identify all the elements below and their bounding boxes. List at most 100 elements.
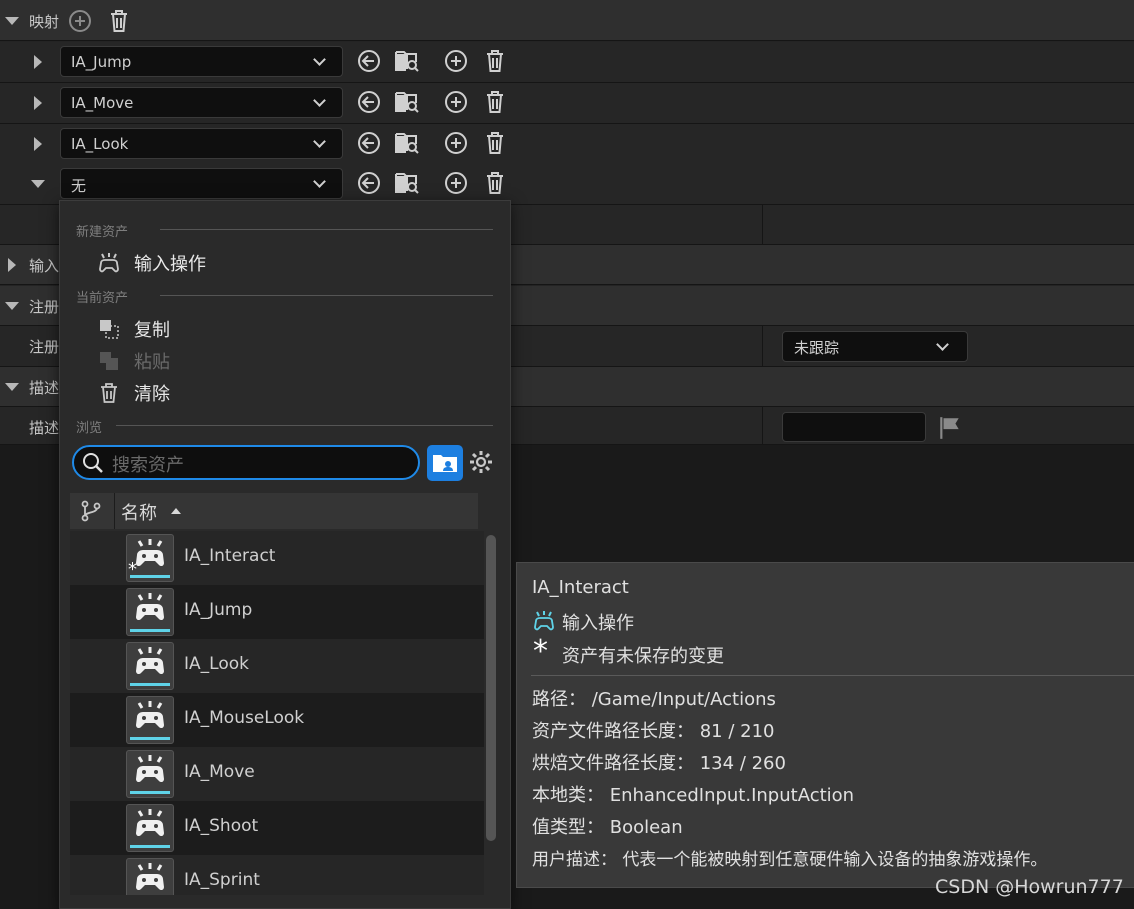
mapping-combo[interactable]: IA_Jump <box>60 46 343 77</box>
name-column-header[interactable]: 名称 <box>121 499 157 525</box>
paste-menu-item[interactable]: 粘贴 <box>134 348 170 374</box>
browse-header: 浏览 <box>76 421 103 436</box>
mapping-value: IA_Jump <box>71 53 132 71</box>
add-mapping-icon[interactable] <box>67 8 93 34</box>
description-sub-label: 描述 <box>29 419 60 437</box>
mapping-combo[interactable]: 无 <box>60 168 343 199</box>
mapping-combo[interactable]: IA_Move <box>60 87 343 118</box>
browse-to-asset-icon[interactable] <box>394 48 420 74</box>
list-item[interactable]: IA_Sprint <box>70 855 484 895</box>
divider <box>160 295 493 296</box>
copy-icon <box>98 318 120 340</box>
add-icon[interactable] <box>443 130 469 156</box>
list-item[interactable]: * IA_Interact <box>70 531 484 585</box>
gamepad-icon: * <box>126 534 174 582</box>
list-item[interactable]: IA_Look <box>70 639 484 693</box>
mapping-combo[interactable]: IA_Look <box>60 128 343 159</box>
asset-name: IA_Jump <box>184 600 253 620</box>
input-action-menu-item[interactable]: 输入操作 <box>134 250 206 276</box>
use-selected-icon[interactable] <box>356 48 382 74</box>
delete-icon[interactable] <box>482 130 508 156</box>
unsaved-asterisk-icon: * <box>533 634 548 669</box>
divider <box>762 407 763 445</box>
list-item[interactable]: IA_Jump <box>70 585 484 639</box>
mapping-value: IA_Look <box>71 135 129 153</box>
folder-icon <box>433 455 457 472</box>
scrollbar[interactable] <box>486 535 496 841</box>
paste-icon <box>98 350 120 372</box>
tracking-dropdown[interactable]: 未跟踪 <box>782 331 968 362</box>
divider <box>160 229 493 230</box>
divider <box>762 326 763 367</box>
expand-arrow-icon[interactable] <box>34 137 42 151</box>
add-icon[interactable] <box>443 89 469 115</box>
register-sub-label: 注册 <box>29 338 60 356</box>
list-item[interactable]: IA_Shoot <box>70 801 484 855</box>
use-selected-icon[interactable] <box>356 170 382 196</box>
tooltip-value-type: 值类型： Boolean <box>532 813 683 839</box>
cooked-path-len-value: 134 / 260 <box>699 753 786 774</box>
expand-arrow-icon[interactable] <box>8 258 16 272</box>
source-control-icon[interactable] <box>80 500 102 522</box>
collapse-arrow-icon[interactable] <box>5 302 19 310</box>
value-type-key: 值类型： <box>532 817 604 838</box>
tooltip-asset-path-len: 资产文件路径长度： 81 / 210 <box>532 717 775 743</box>
user-desc-value: 代表一个能被映射到任意硬件输入设备的抽象游戏操作。 <box>622 850 1048 870</box>
browse-to-asset-icon[interactable] <box>394 89 420 115</box>
search-placeholder: 搜索资产 <box>112 455 184 476</box>
mapping-row: IA_Jump <box>0 42 1134 83</box>
delete-icon[interactable] <box>482 170 508 196</box>
delete-all-icon[interactable] <box>106 8 132 34</box>
divider <box>116 425 493 426</box>
chevron-down-icon <box>313 135 326 148</box>
list-item[interactable]: IA_MouseLook <box>70 693 484 747</box>
add-icon[interactable] <box>443 48 469 74</box>
collapse-arrow-icon[interactable] <box>5 17 19 25</box>
copy-menu-item[interactable]: 复制 <box>134 316 170 342</box>
gamepad-icon <box>126 858 174 895</box>
cooked-path-len-key: 烘焙文件路径长度： <box>532 753 694 774</box>
search-input[interactable]: 搜索资产 <box>72 445 420 480</box>
asset-list: * IA_Interact IA_Jump IA_Look IA_MouseLook IA… <box>70 531 484 895</box>
use-selected-icon[interactable] <box>356 89 382 115</box>
expand-arrow-icon[interactable] <box>34 96 42 110</box>
expand-arrow-icon[interactable] <box>34 55 42 69</box>
asset-name: IA_Shoot <box>184 816 259 836</box>
asset-tooltip: IA_Interact 输入操作 * 资产有未保存的变更 路径： /Game/I… <box>516 562 1134 888</box>
chevron-down-icon <box>313 94 326 107</box>
tooltip-user-desc: 用户描述： 代表一个能被映射到任意硬件输入设备的抽象游戏操作。 <box>532 845 1047 870</box>
list-item[interactable]: IA_Move <box>70 747 484 801</box>
asset-name: IA_Sprint <box>184 870 260 890</box>
browse-to-asset-icon[interactable] <box>394 170 420 196</box>
chevron-down-icon <box>936 338 949 351</box>
asset-path-len-key: 资产文件路径长度： <box>532 721 694 742</box>
flag-icon[interactable] <box>937 415 961 439</box>
delete-icon[interactable] <box>482 48 508 74</box>
gamepad-icon <box>126 588 174 636</box>
current-asset-header: 当前资产 <box>76 291 129 306</box>
asset-name: IA_Interact <box>184 546 276 566</box>
delete-icon[interactable] <box>482 89 508 115</box>
browse-folder-button[interactable] <box>427 445 463 481</box>
description-input[interactable] <box>782 412 926 442</box>
unsaved-asterisk-icon: * <box>128 559 137 580</box>
clear-icon <box>98 382 120 404</box>
add-icon[interactable] <box>443 170 469 196</box>
gear-icon[interactable] <box>468 449 494 475</box>
description-label: 描述 <box>29 379 60 397</box>
chevron-down-icon <box>313 53 326 66</box>
collapse-arrow-icon[interactable] <box>31 180 45 188</box>
input-action-icon <box>534 611 554 631</box>
mapping-value: IA_Move <box>71 94 134 112</box>
mapping-row: IA_Look <box>0 124 1134 165</box>
sort-ascending-icon[interactable] <box>171 508 181 514</box>
collapse-arrow-icon[interactable] <box>5 383 19 391</box>
new-asset-header: 新建资产 <box>76 225 129 240</box>
gamepad-icon <box>126 696 174 744</box>
list-header: 名称 <box>70 493 478 529</box>
browse-to-asset-icon[interactable] <box>394 130 420 156</box>
mappings-header[interactable]: 映射 <box>0 0 1134 41</box>
use-selected-icon[interactable] <box>356 130 382 156</box>
input-label: 输入 <box>29 257 60 275</box>
clear-menu-item[interactable]: 清除 <box>134 380 170 406</box>
